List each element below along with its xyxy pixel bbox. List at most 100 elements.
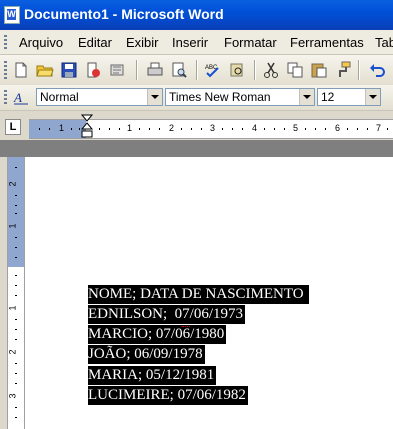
ruler-tick: [15, 257, 17, 258]
ruler-number: 3: [210, 123, 216, 133]
document-line[interactable]: EDNILSON; 07/06/1973: [88, 305, 245, 324]
ruler-tick: [15, 407, 17, 408]
style-select[interactable]: Normal: [36, 88, 163, 106]
ruler-tick: [15, 417, 17, 418]
permission-icon[interactable]: [84, 61, 102, 79]
menu-formatar[interactable]: Formatar: [224, 35, 277, 50]
chevron-down-icon[interactable]: [147, 89, 162, 105]
word-app-icon[interactable]: W: [4, 6, 20, 24]
ruler-tick: [367, 128, 368, 130]
ruler-tick: [15, 195, 17, 196]
title-bar: W Documento1 - Microsoft Word: [0, 0, 393, 30]
ruler-tick: [15, 319, 17, 320]
menu-tabela[interactable]: Tab: [375, 35, 393, 50]
ruler-tick: [15, 295, 17, 296]
ruler-tick: [264, 128, 265, 130]
ruler-tick: [222, 128, 223, 130]
new-document-icon[interactable]: [12, 61, 30, 79]
ruler-tick: [191, 128, 192, 130]
ruler-left-margin: [29, 120, 86, 138]
formatting-toolbar: A Normal Times New Roman 12: [0, 85, 393, 111]
ruler-tick: [15, 373, 17, 374]
ruler-tick: [325, 128, 326, 130]
ruler-tick: [347, 128, 348, 130]
document-line[interactable]: MARCIO; 07/06/1980: [88, 325, 227, 344]
document-line[interactable]: LUCIMEIRE; 07/06/1982: [88, 386, 248, 405]
ruler-tick: [119, 128, 120, 130]
spelling-error-underline: [182, 324, 190, 327]
print-preview-icon[interactable]: [170, 61, 188, 79]
ruler-tick: [15, 339, 17, 340]
cut-icon[interactable]: [262, 61, 280, 79]
ruler-tick: [284, 128, 285, 130]
font-select[interactable]: Times New Roman: [165, 88, 315, 106]
open-folder-icon[interactable]: [36, 61, 54, 79]
left-gutter: [0, 157, 7, 429]
menu-grip[interactable]: [4, 35, 7, 49]
font-size-select[interactable]: 12: [317, 88, 381, 106]
ruler-number: 6: [335, 123, 341, 133]
ruler-tick: [274, 128, 275, 130]
ruler-tick: [15, 167, 17, 168]
document-line[interactable]: MARIA; 05/12/1981: [88, 366, 217, 385]
ruler-tick: [357, 128, 358, 130]
font-value: Times New Roman: [169, 90, 271, 104]
horizontal-ruler[interactable]: 1 1 2 3 4 5 6 7: [29, 114, 393, 139]
menu-editar[interactable]: Editar: [78, 35, 112, 50]
ruler-tick: [149, 128, 150, 130]
menu-arquivo[interactable]: Arquivo: [19, 35, 63, 50]
ruler-number: 7: [376, 123, 382, 133]
ruler-tick: [15, 213, 17, 214]
ruler-number: 4: [252, 123, 258, 133]
format-painter-icon[interactable]: [334, 61, 352, 79]
ruler-tick: [232, 128, 233, 130]
save-icon[interactable]: [60, 61, 78, 79]
tab-selector[interactable]: L: [5, 119, 21, 135]
styles-formatting-icon[interactable]: A: [12, 88, 30, 106]
svg-text:A: A: [13, 90, 22, 105]
ruler-tick: [15, 285, 17, 286]
spelling-icon[interactable]: ABC: [204, 61, 222, 79]
ruler-tick: [181, 128, 182, 130]
menu-exibir[interactable]: Exibir: [126, 35, 159, 50]
email-icon[interactable]: [108, 61, 126, 79]
ruler-tick: [39, 128, 40, 130]
document-line[interactable]: NOME; DATA DE NASCIMENTO: [88, 285, 310, 304]
page-top-gap: [0, 140, 393, 157]
document-line[interactable]: JOÃO; 06/09/1978: [88, 345, 205, 364]
menu-ferramentas[interactable]: Ferramentas: [290, 35, 364, 50]
print-icon[interactable]: [146, 61, 164, 79]
ruler-tick: [387, 128, 388, 130]
research-icon[interactable]: [228, 61, 246, 79]
copy-icon[interactable]: [286, 61, 304, 79]
undo-icon[interactable]: [368, 61, 386, 79]
ruler-number: 5: [293, 123, 299, 133]
ruler-tick: [79, 128, 80, 130]
ruler-tick: [15, 247, 17, 248]
ruler-number: 2: [7, 181, 18, 187]
toolbar-grip[interactable]: [4, 61, 7, 79]
ruler-tick: [49, 128, 50, 130]
ruler-tick: [99, 128, 100, 130]
ruler-number: 1: [7, 223, 18, 229]
ruler-tick: [15, 275, 17, 276]
vertical-ruler[interactable]: 2 1 1 2 3: [7, 157, 25, 429]
chevron-down-icon[interactable]: [365, 89, 380, 105]
ruler-tick: [242, 128, 243, 130]
ruler-tick: [159, 128, 160, 130]
style-value: Normal: [40, 90, 79, 104]
ruler-number: 2: [169, 123, 175, 133]
toolbar-separator: [358, 60, 360, 80]
chevron-down-icon[interactable]: [299, 89, 314, 105]
toolbar-separator: [136, 60, 138, 80]
paste-icon[interactable]: [310, 61, 328, 79]
ruler-tick: [305, 128, 306, 130]
menu-inserir[interactable]: Inserir: [172, 35, 208, 50]
ruler-number: 1: [59, 123, 65, 133]
ruler-tick: [15, 363, 17, 364]
formatting-grip[interactable]: [4, 90, 7, 105]
ruler-tick: [139, 128, 140, 130]
indent-marker-icon[interactable]: [81, 114, 93, 140]
ruler-row: L 1 1 2 3 4 5 6 7: [0, 111, 393, 140]
ruler-tick: [15, 205, 17, 206]
